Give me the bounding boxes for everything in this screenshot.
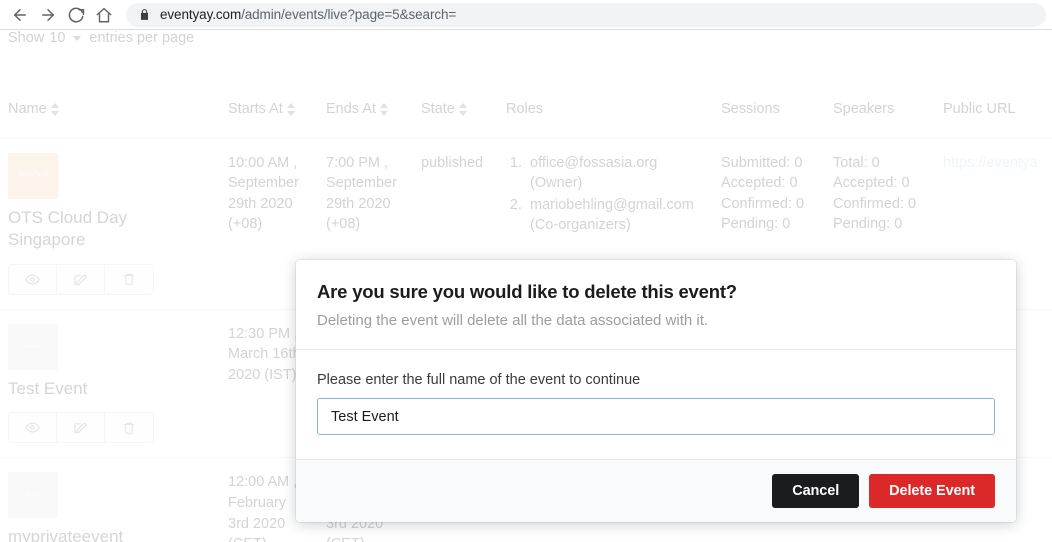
modal-subtitle: Deleting the event will delete all the d… [317, 312, 709, 329]
event-name-input[interactable] [317, 398, 995, 435]
browser-toolbar: eventyay.com/admin/events/live?page=5&se… [0, 0, 1052, 30]
url-path: /admin/events/live?page=5&search= [241, 7, 457, 22]
modal-header: Are you sure you would like to delete th… [296, 260, 1016, 350]
delete-event-button[interactable]: Delete Event [869, 474, 995, 508]
address-bar[interactable]: eventyay.com/admin/events/live?page=5&se… [126, 2, 1046, 27]
lock-icon [138, 8, 151, 21]
cancel-button[interactable]: Cancel [772, 474, 860, 508]
modal-title: Are you sure you would like to delete th… [317, 281, 737, 302]
back-button[interactable] [6, 1, 34, 29]
delete-event-modal: Are you sure you would like to delete th… [296, 260, 1016, 522]
reload-button[interactable] [62, 1, 90, 29]
url-text: eventyay.com/admin/events/live?page=5&se… [160, 7, 456, 22]
url-domain: eventyay.com [160, 7, 242, 22]
forward-button[interactable] [34, 1, 62, 29]
modal-body: Please enter the full name of the event … [296, 350, 1016, 460]
home-button[interactable] [90, 1, 118, 29]
modal-footer: Cancel Delete Event [296, 460, 1016, 522]
event-name-field-label: Please enter the full name of the event … [317, 372, 641, 388]
